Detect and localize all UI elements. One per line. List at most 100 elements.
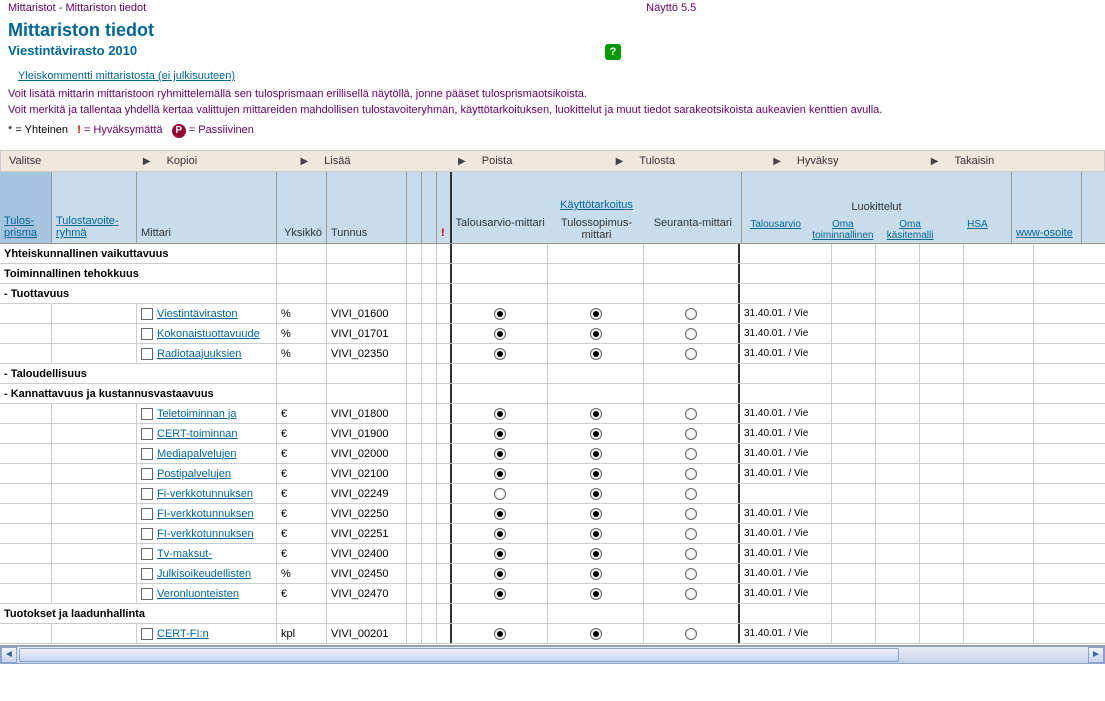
header-tunnus: Tunnus xyxy=(331,227,402,239)
menu-valitse[interactable]: Valitse▶ xyxy=(1,153,159,169)
mittari-link[interactable]: Fi-verkkotunnuksen xyxy=(157,488,253,500)
checkbox[interactable] xyxy=(141,408,153,420)
checkbox[interactable] xyxy=(141,348,153,360)
radio-button[interactable] xyxy=(590,448,602,460)
scroll-right-icon[interactable]: ► xyxy=(1088,647,1104,663)
radio-button[interactable] xyxy=(494,568,506,580)
mittari-link[interactable]: Julkisoikeudellisten xyxy=(157,568,251,580)
radio-button[interactable] xyxy=(685,508,697,520)
mittari-link[interactable]: CERT-toiminnan xyxy=(157,428,238,440)
radio-button[interactable] xyxy=(590,628,602,640)
radio-button[interactable] xyxy=(494,308,506,320)
mittari-link[interactable]: CERT-FI:n xyxy=(157,628,209,640)
checkbox[interactable] xyxy=(141,428,153,440)
mittari-link[interactable]: FI-verkkotunnuksen xyxy=(157,528,254,540)
mittari-link[interactable]: Radiotaajuuksien xyxy=(157,348,241,360)
radio-button[interactable] xyxy=(685,348,697,360)
radio-button[interactable] xyxy=(590,488,602,500)
radio-button[interactable] xyxy=(494,528,506,540)
screen-number: Näyttö 5.5 xyxy=(646,2,696,14)
mittari-link[interactable]: Teletoiminnan ja xyxy=(157,408,237,420)
menu-tulosta[interactable]: Tulosta▶ xyxy=(631,153,789,169)
checkbox[interactable] xyxy=(141,568,153,580)
legend: * = Yhteinen ! = Hyväksymättä P = Passii… xyxy=(0,118,1105,144)
mittari-link[interactable]: Veronluonteisten xyxy=(157,588,239,600)
comment-link[interactable]: Yleiskommentti mittaristosta (ei julkisu… xyxy=(0,58,243,86)
radio-button[interactable] xyxy=(494,328,506,340)
radio-button[interactable] xyxy=(590,528,602,540)
table-row: Julkisoikeudellisten%VIVI_0245031.40.01.… xyxy=(0,564,1105,584)
header-kaytto[interactable]: Käyttötarkoitus xyxy=(560,199,633,211)
horizontal-scrollbar[interactable]: ◄ ► xyxy=(0,646,1105,664)
checkbox[interactable] xyxy=(141,628,153,640)
menu-lisaa[interactable]: Lisää▶ xyxy=(316,153,474,169)
checkbox[interactable] xyxy=(141,588,153,600)
radio-button[interactable] xyxy=(590,328,602,340)
header-hsa[interactable]: HSA xyxy=(944,217,1011,243)
header-tulossopimus-mittari: Tulossopimus-mittari xyxy=(548,215,644,243)
header-tulosprisma[interactable]: Tulos-prisma xyxy=(4,215,47,239)
radio-button[interactable] xyxy=(590,548,602,560)
radio-button[interactable] xyxy=(590,348,602,360)
checkbox[interactable] xyxy=(141,488,153,500)
header-www[interactable]: www-osoite xyxy=(1016,227,1077,239)
radio-button[interactable] xyxy=(494,588,506,600)
radio-button[interactable] xyxy=(494,548,506,560)
scroll-thumb[interactable] xyxy=(19,648,899,662)
radio-button[interactable] xyxy=(494,508,506,520)
mittari-link[interactable]: Postipalvelujen xyxy=(157,468,231,480)
radio-button[interactable] xyxy=(685,488,697,500)
mittari-link[interactable]: Viestintäviraston xyxy=(157,308,238,320)
checkbox[interactable] xyxy=(141,328,153,340)
checkbox[interactable] xyxy=(141,528,153,540)
radio-button[interactable] xyxy=(685,308,697,320)
radio-button[interactable] xyxy=(590,568,602,580)
mittari-link[interactable]: FI-verkkotunnuksen xyxy=(157,508,254,520)
radio-button[interactable] xyxy=(494,628,506,640)
checkbox[interactable] xyxy=(141,548,153,560)
radio-button[interactable] xyxy=(685,408,697,420)
radio-button[interactable] xyxy=(685,588,697,600)
table-row: Kokonaistuottavuude%VIVI_0170131.40.01. … xyxy=(0,324,1105,344)
radio-button[interactable] xyxy=(494,488,506,500)
radio-button[interactable] xyxy=(590,408,602,420)
header-talousarvio[interactable]: Talousarvio xyxy=(742,217,809,243)
checkbox[interactable] xyxy=(141,308,153,320)
header-ryhma[interactable]: Tulostavoite-ryhmä xyxy=(56,215,132,239)
radio-button[interactable] xyxy=(685,628,697,640)
radio-button[interactable] xyxy=(590,428,602,440)
radio-button[interactable] xyxy=(590,508,602,520)
radio-button[interactable] xyxy=(590,308,602,320)
header-oma-kasitemalli[interactable]: Oma käsitemalli xyxy=(877,217,944,243)
table-body[interactable]: Yhteiskunnallinen vaikuttavuusToiminnall… xyxy=(0,244,1105,646)
radio-button[interactable] xyxy=(685,328,697,340)
radio-button[interactable] xyxy=(590,588,602,600)
radio-button[interactable] xyxy=(494,468,506,480)
radio-button[interactable] xyxy=(685,448,697,460)
radio-button[interactable] xyxy=(494,448,506,460)
header-oma-toiminnallinen[interactable]: Oma toiminnallinen xyxy=(809,217,876,243)
radio-button[interactable] xyxy=(685,528,697,540)
table-row: Postipalvelujen€VIVI_0210031.40.01. / Vi… xyxy=(0,464,1105,484)
radio-button[interactable] xyxy=(494,408,506,420)
mittari-link[interactable]: Kokonaistuottavuude xyxy=(157,328,260,340)
mittari-link[interactable]: Tv-maksut- xyxy=(157,548,212,560)
radio-button[interactable] xyxy=(685,548,697,560)
menu-hyvaksy[interactable]: Hyväksy▶ xyxy=(789,153,947,169)
mittari-link[interactable]: Mediapalvelujen xyxy=(157,448,237,460)
help-icon[interactable]: ? xyxy=(605,44,621,60)
radio-button[interactable] xyxy=(590,468,602,480)
menu-kopioi[interactable]: Kopioi▶ xyxy=(159,153,317,169)
radio-button[interactable] xyxy=(685,568,697,580)
table-row: CERT-toiminnan€VIVI_0190031.40.01. / Vie xyxy=(0,424,1105,444)
checkbox[interactable] xyxy=(141,508,153,520)
radio-button[interactable] xyxy=(685,428,697,440)
radio-button[interactable] xyxy=(494,348,506,360)
menu-poista[interactable]: Poista▶ xyxy=(474,153,632,169)
scroll-left-icon[interactable]: ◄ xyxy=(1,647,17,663)
checkbox[interactable] xyxy=(141,448,153,460)
menu-takaisin[interactable]: Takaisin xyxy=(946,153,1104,169)
radio-button[interactable] xyxy=(685,468,697,480)
radio-button[interactable] xyxy=(494,428,506,440)
checkbox[interactable] xyxy=(141,468,153,480)
